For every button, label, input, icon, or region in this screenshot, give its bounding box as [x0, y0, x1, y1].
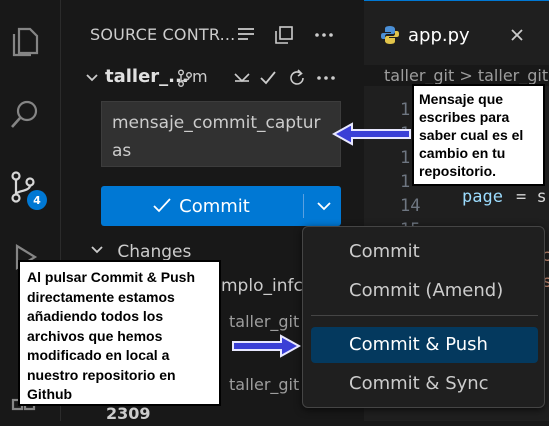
- annotation-commit-message: Mensaje que escribes para saber cual es …: [412, 84, 545, 186]
- tab-label: app.py: [408, 25, 470, 46]
- chevron-down-icon: [316, 202, 331, 211]
- changed-file-path: taller_git .: [229, 375, 310, 394]
- code-fragment: = s: [516, 187, 547, 207]
- menu-item-commit-push[interactable]: Commit & Push: [311, 327, 538, 363]
- checkmark-icon[interactable]: [259, 69, 277, 87]
- commit-button-divider: [303, 194, 304, 218]
- changes-section-header[interactable]: Changes: [90, 242, 191, 262]
- menu-item-commit[interactable]: Commit: [311, 234, 538, 270]
- collapse-all-icon[interactable]: [273, 24, 295, 46]
- panel-title: SOURCE CONTR...: [90, 25, 236, 44]
- chevron-down-icon: [91, 246, 103, 254]
- commit-button-group: Commit: [101, 186, 341, 226]
- line-number: 1: [400, 100, 411, 120]
- commit-dropdown-button[interactable]: [306, 186, 341, 226]
- arrow-right-icon: [232, 334, 301, 358]
- stash-icon[interactable]: [233, 69, 251, 87]
- commit-button-label: Commit: [179, 195, 250, 217]
- line-number: 1: [400, 148, 411, 168]
- branch-icon[interactable]: [177, 69, 193, 87]
- search-icon[interactable]: [8, 98, 42, 132]
- python-file-icon: [381, 26, 399, 44]
- repository-row-2[interactable]: 2309: [106, 404, 151, 423]
- checkmark-icon: [153, 198, 171, 213]
- branch-name[interactable]: m: [192, 67, 208, 86]
- refresh-icon[interactable]: [287, 68, 307, 88]
- menu-item-commit-sync[interactable]: Commit & Sync: [311, 366, 538, 402]
- line-number: 14: [400, 196, 421, 216]
- changed-file-item[interactable]: mplo_infc.: [221, 276, 308, 296]
- code-fragment: page: [462, 187, 503, 207]
- tab-app-py[interactable]: app.py: [364, 0, 549, 65]
- chevron-down-icon[interactable]: [85, 71, 99, 85]
- more-actions-icon[interactable]: [313, 24, 335, 46]
- explorer-icon[interactable]: [8, 24, 42, 58]
- close-icon[interactable]: [510, 28, 524, 42]
- commit-options-menu: Commit Commit (Amend) Commit & Push Comm…: [302, 226, 545, 408]
- changed-file-path: taller_git: [229, 312, 300, 331]
- source-control-badge: 4: [27, 190, 47, 210]
- commit-button[interactable]: Commit: [101, 186, 301, 226]
- annotation-commit-push: Al pulsar Commit & Push directamente est…: [18, 260, 221, 406]
- arrow-left-icon: [332, 122, 411, 146]
- breadcrumb[interactable]: taller_git > taller_git: [384, 66, 548, 85]
- editor-tab-bar: app.py: [364, 0, 549, 65]
- line-number: 1: [400, 172, 411, 192]
- view-as-tree-icon[interactable]: [235, 24, 257, 46]
- repo-more-actions-icon[interactable]: [315, 69, 337, 87]
- menu-divider: [311, 315, 538, 316]
- commit-message-input[interactable]: mensaje_commit_capturas: [101, 101, 341, 167]
- repository-row[interactable]: taller_... m: [61, 64, 364, 92]
- menu-item-commit-amend[interactable]: Commit (Amend): [311, 273, 538, 309]
- changes-label: Changes: [117, 242, 192, 262]
